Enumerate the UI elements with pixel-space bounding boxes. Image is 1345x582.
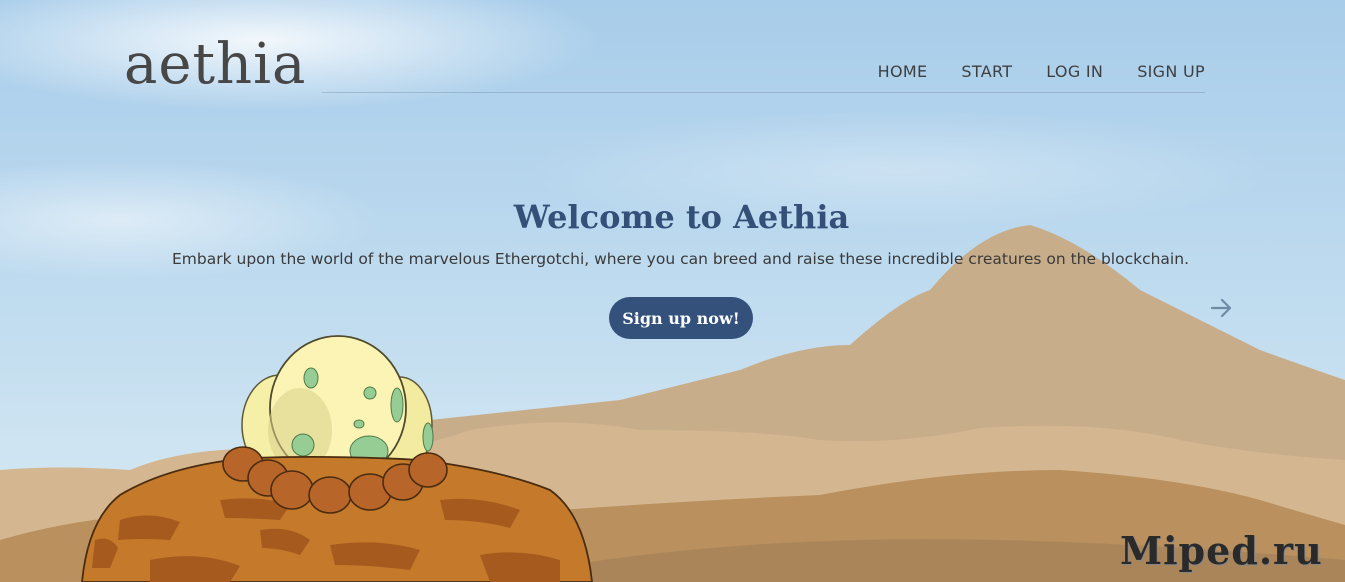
hero-section: Welcome to Aethia Embark upon the world … xyxy=(0,198,1345,268)
arrow-right-icon[interactable] xyxy=(1208,294,1236,322)
hero-title: Welcome to Aethia xyxy=(513,198,850,236)
main-nav: HOME START LOG IN SIGN UP xyxy=(878,62,1205,81)
signup-now-button[interactable]: Sign up now! xyxy=(609,297,753,339)
nav-divider xyxy=(322,92,1205,93)
nav-start-link[interactable]: START xyxy=(961,62,1012,81)
watermark: Miped.ru xyxy=(1120,528,1323,573)
brand-logo[interactable]: aethia xyxy=(124,32,306,97)
nav-home-link[interactable]: HOME xyxy=(878,62,928,81)
nav-login-link[interactable]: LOG IN xyxy=(1046,62,1103,81)
nav-signup-link[interactable]: SIGN UP xyxy=(1137,62,1205,81)
hero-subtitle: Embark upon the world of the marvelous E… xyxy=(172,250,1189,268)
